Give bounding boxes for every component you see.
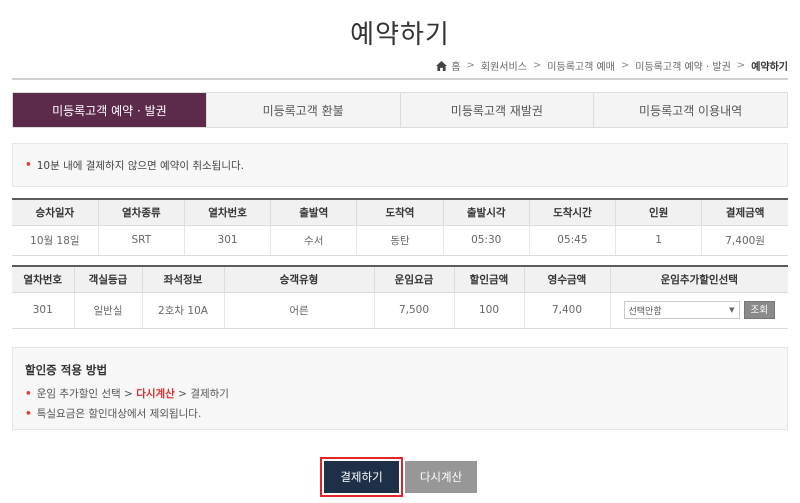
chevron-right-icon: >: [124, 388, 133, 400]
fare-info-table: 열차번호 객실등급 좌석정보 승객유형 운임요금 할인금액 영수금액 운임추가할…: [12, 265, 788, 329]
info-line: • 특실요금은 할인대상에서 제외됩니다.: [25, 406, 775, 421]
table-header: 운임요금: [373, 265, 454, 293]
chevron-right-icon: >: [736, 60, 746, 71]
table-cell: 2호차 10A: [141, 292, 224, 329]
breadcrumb-home[interactable]: 홈: [451, 58, 460, 73]
table-header-row: 승차일자 열차종류 열차번호 출발역 도착역 출발시각 도착시간 인원 결제금액: [12, 198, 788, 226]
table-cell: 어른: [223, 292, 374, 329]
breadcrumb-item[interactable]: 미등록고객 예약 · 발권: [635, 58, 731, 73]
table-header: 객실등급: [73, 265, 142, 293]
table-header: 승객유형: [223, 265, 374, 293]
table-header: 영수금액: [523, 265, 610, 293]
table-cell: 05:45: [528, 225, 616, 256]
table-cell: 1: [615, 225, 702, 256]
table-header: 인원: [615, 198, 702, 226]
tab-history[interactable]: 미등록고객 이용내역: [594, 93, 787, 127]
chevron-right-icon: >: [466, 60, 475, 71]
recalculate-button[interactable]: 다시계산: [405, 461, 477, 493]
bullet-icon: •: [25, 408, 32, 420]
tab-reservation[interactable]: 미등록고객 예약 · 발권: [13, 93, 207, 127]
table-cell: 7,500: [373, 292, 454, 329]
home-icon[interactable]: [436, 60, 448, 71]
tab-bar: 미등록고객 예약 · 발권 미등록고객 환불 미등록고객 재발권 미등록고객 이…: [12, 92, 788, 128]
table-row: 10월 18일 SRT 301 수서 동탄 05:30 05:45 1 7,40…: [12, 225, 788, 256]
pay-button[interactable]: 결제하기: [324, 461, 399, 493]
breadcrumb-item[interactable]: 회원서비스: [481, 58, 527, 73]
table-cell: 05:30: [442, 225, 530, 256]
discount-select[interactable]: 선택안함 ▼: [623, 301, 740, 319]
info-step-highlight: 다시계산: [136, 388, 175, 400]
table-cell: 일반실: [73, 292, 142, 329]
caret-down-icon: ▼: [729, 306, 735, 314]
lookup-button[interactable]: 조회: [743, 301, 775, 319]
table-header: 도착역: [356, 198, 444, 226]
table-header: 출발역: [270, 198, 357, 226]
page-title: 예약하기: [350, 20, 450, 50]
tab-reissue[interactable]: 미등록고객 재발권: [400, 93, 595, 127]
table-row: 301 일반실 2호차 10A 어른 7,500 100 7,400 선택안함 …: [12, 292, 788, 329]
table-header: 출발시각: [442, 198, 530, 226]
timeout-notice: • 10분 내에 결제하지 않으면 예약이 취소됩니다.: [12, 143, 788, 187]
chevron-right-icon: >: [620, 60, 630, 71]
table-header: 열차번호: [12, 265, 74, 293]
table-cell: 10월 18일: [12, 225, 99, 256]
table-cell-discount: 선택안함 ▼ 조회: [609, 292, 788, 329]
table-cell: 100: [453, 292, 524, 329]
table-header: 운임추가할인선택: [609, 265, 788, 293]
title-divider: [12, 78, 788, 80]
discount-select-value: 선택안함: [628, 306, 662, 317]
info-title: 할인증 적용 방법: [25, 363, 108, 377]
tab-refund[interactable]: 미등록고객 환불: [206, 93, 401, 127]
chevron-right-icon: >: [532, 60, 542, 71]
bullet-icon: •: [25, 159, 32, 171]
pay-button-focus-frame: 결제하기: [320, 457, 403, 497]
table-header: 결제금액: [701, 198, 788, 226]
table-header: 도착시간: [528, 198, 616, 226]
table-header: 열차종류: [97, 198, 185, 226]
info-step: 운임 추가할인 선택: [36, 388, 121, 400]
info-note: 특실요금은 할인대상에서 제외됩니다.: [36, 408, 202, 420]
table-header: 승차일자: [12, 198, 99, 226]
breadcrumb-current: 예약하기: [751, 62, 788, 73]
bullet-icon: •: [25, 388, 32, 400]
table-cell: 수서: [270, 225, 357, 256]
table-cell: 7,400원: [701, 225, 788, 256]
breadcrumb-item[interactable]: 미등록고객 예매: [547, 58, 615, 73]
chevron-right-icon: >: [178, 388, 187, 400]
table-cell: 7,400: [523, 292, 610, 329]
train-info-table: 승차일자 열차종류 열차번호 출발역 도착역 출발시각 도착시간 인원 결제금액…: [12, 198, 788, 256]
discount-info-box: 할인증 적용 방법 • 운임 추가할인 선택 > 다시계산 > 결제하기 • 특실요…: [12, 347, 788, 430]
table-cell: 301: [183, 225, 271, 256]
breadcrumb: 홈 > 회원서비스 > 미등록고객 예매 > 미등록고객 예약 · 발권 > 예…: [436, 58, 788, 73]
table-header-row: 열차번호 객실등급 좌석정보 승객유형 운임요금 할인금액 영수금액 운임추가할…: [12, 265, 788, 293]
table-cell: 301: [12, 292, 74, 329]
info-line: • 운임 추가할인 선택 > 다시계산 > 결제하기: [25, 386, 775, 401]
table-header: 열차번호: [183, 198, 271, 226]
info-step: 결제하기: [190, 388, 229, 400]
notice-text: 10분 내에 결제하지 않으면 예약이 취소됩니다.: [36, 159, 244, 172]
table-header: 좌석정보: [141, 265, 224, 293]
table-header: 할인금액: [453, 265, 524, 293]
table-cell: SRT: [97, 225, 185, 256]
table-cell: 동탄: [356, 225, 444, 256]
